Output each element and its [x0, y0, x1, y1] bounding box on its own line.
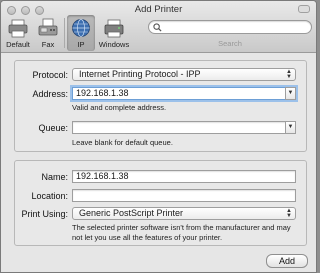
address-value: 192.168.1.38: [76, 88, 129, 98]
popup-arrows-icon: ▲ ▼: [286, 208, 292, 219]
queue-dropdown-button[interactable]: ▼: [285, 121, 296, 134]
print-using-warning: The selected printer software isn't from…: [72, 223, 291, 242]
location-label: Location:: [31, 191, 68, 201]
print-using-popup[interactable]: Generic PostScript Printer ▲ ▼: [72, 207, 296, 220]
toolbar-default-button[interactable]: Default: [4, 15, 32, 51]
address-field[interactable]: 192.168.1.38 ▼: [72, 87, 296, 100]
protocol-popup[interactable]: Internet Printing Protocol - IPP ▲ ▼: [72, 68, 296, 81]
add-button[interactable]: Add: [266, 254, 308, 268]
toolbar-fax-button[interactable]: Fax: [34, 15, 62, 51]
name-label: Name:: [41, 172, 68, 182]
address-label: Address:: [32, 89, 68, 99]
queue-hint: Leave blank for default queue.: [72, 138, 173, 147]
popup-arrows-icon: ▲ ▼: [286, 69, 292, 80]
toolbar-toggle-button[interactable]: [298, 5, 310, 13]
toolbar-separator: [64, 18, 65, 48]
address-dropdown-button[interactable]: ▼: [285, 87, 296, 100]
location-field[interactable]: [72, 189, 296, 202]
printer-details-panel: Name: 192.168.1.38 Location: Print Using…: [14, 160, 307, 246]
print-using-label: Print Using:: [21, 209, 68, 219]
queue-label: Queue:: [38, 123, 68, 133]
toolbar-default-label: Default: [6, 40, 30, 49]
connection-panel: Protocol: Internet Printing Protocol - I…: [14, 60, 307, 152]
address-hint: Valid and complete address.: [72, 103, 167, 112]
ip-globe-icon: [72, 19, 90, 37]
windows-printer-icon: [104, 19, 124, 38]
search-label: Search: [218, 39, 242, 48]
toolbar-windows-button[interactable]: Windows: [97, 15, 131, 51]
toolbar-ip-label: IP: [77, 40, 85, 49]
default-printer-icon: [8, 19, 28, 38]
queue-field[interactable]: ▼: [72, 121, 296, 134]
toolbar: Default Fax IP Windows: [4, 15, 131, 51]
fax-icon: [38, 18, 58, 36]
search-field[interactable]: [148, 20, 312, 34]
window-title: Add Printer: [134, 4, 183, 15]
name-value: 192.168.1.38: [76, 171, 129, 181]
name-field[interactable]: 192.168.1.38: [72, 170, 296, 183]
toolbar-fax-label: Fax: [41, 40, 55, 49]
protocol-value: Internet Printing Protocol - IPP: [79, 69, 201, 79]
title-bar: Add Printer Default Fax IP Windows Searc…: [1, 1, 316, 53]
search-icon: [153, 23, 162, 32]
toolbar-windows-label: Windows: [98, 40, 130, 49]
protocol-label: Protocol:: [32, 70, 68, 80]
add-printer-window: Add Printer Default Fax IP Windows Searc…: [0, 0, 317, 273]
toolbar-ip-button[interactable]: IP: [67, 15, 95, 51]
print-using-value: Generic PostScript Printer: [79, 208, 184, 218]
